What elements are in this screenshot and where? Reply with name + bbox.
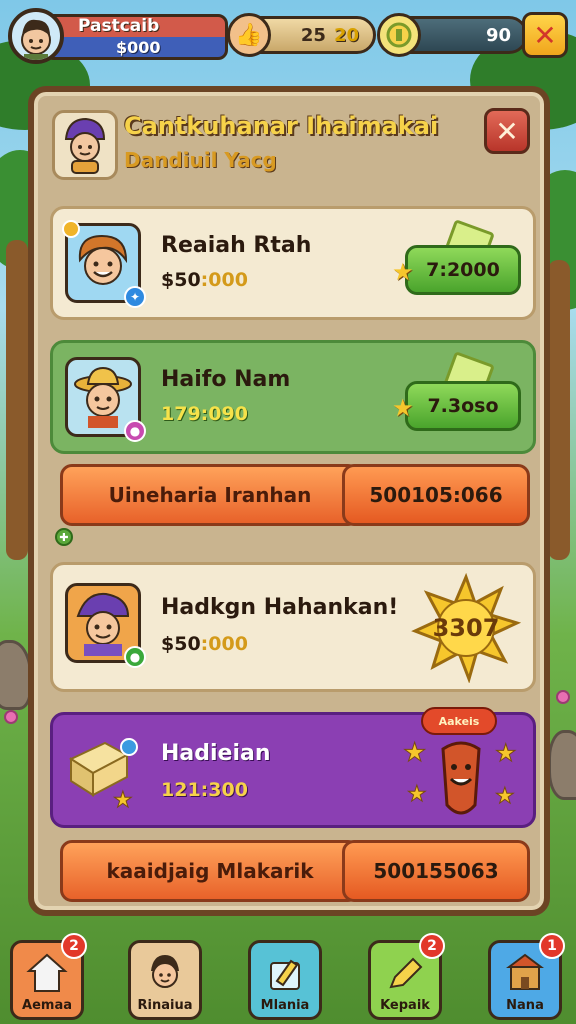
nav-item-label: Kepaik	[380, 998, 430, 1013]
card-portrait: ●	[65, 583, 146, 668]
card-name: Hadkgn Hahankan!	[161, 595, 399, 620]
card-badge-icon: ●	[124, 420, 146, 442]
thumbs-up-icon: 👍	[227, 13, 271, 57]
action-bar-value-button[interactable]: 500155063	[342, 840, 530, 902]
card-value: $50:000	[161, 633, 248, 655]
action-bar-value: 500105:066	[369, 483, 503, 507]
card-portrait: ★	[65, 729, 141, 809]
top-bar: Pastcaib $000 👍 25 20 90 ✕	[8, 6, 568, 64]
award-label: Aakeis	[421, 707, 497, 735]
svg-text:★: ★	[495, 739, 517, 767]
action-bar-label: kaaidjaig Mlakarik	[106, 859, 314, 883]
nav-item-build[interactable]: Mlania	[248, 940, 322, 1020]
coins-stat-pill[interactable]: 90	[377, 13, 528, 57]
nav-item-character[interactable]: Rinaiua	[128, 940, 202, 1020]
card-value-prefix: $50	[161, 269, 201, 291]
hero-face-icon	[78, 234, 128, 285]
action-bar-label-button[interactable]: kaaidjaig Mlakarik	[60, 840, 360, 902]
award-badge[interactable]: ★ ★ ★ ★ Aakeis	[403, 707, 519, 825]
rewards-panel: Cantkuhanar Ihaimakai Dandiuil Yacg ✕ ✦ …	[28, 86, 550, 916]
top-close-button[interactable]: ✕	[522, 12, 568, 58]
star-icon: ★	[392, 394, 414, 422]
collect-button[interactable]: ★ 7:2000	[392, 245, 521, 295]
close-icon: ✕	[533, 18, 557, 52]
card-value-accent: :000	[200, 269, 248, 291]
player-money: $000	[116, 38, 161, 57]
collect-button-label: 7:2000	[426, 259, 500, 281]
notification-badge: 2	[61, 933, 87, 959]
card-value: $50:000	[161, 269, 248, 291]
close-icon: ✕	[495, 114, 519, 148]
panel-title: Cantkuhanar Ihaimakai	[124, 112, 439, 140]
gold-bars-icon: ★	[68, 738, 138, 809]
player-profile[interactable]: Pastcaib $000	[8, 8, 228, 64]
player-face-icon	[21, 19, 51, 60]
panel-subtitle: Dandiuil Yacg	[124, 148, 277, 172]
card-value: 121:300	[161, 779, 248, 801]
pencil-icon	[389, 957, 423, 989]
nav-item-label: Mlania	[260, 998, 310, 1013]
notification-badge: 1	[539, 933, 565, 959]
card-name: Haifo Nam	[161, 367, 291, 392]
farmer-face-icon	[74, 366, 132, 428]
nav-item-label: Rinaiua	[137, 998, 193, 1013]
card-portrait: ✦	[62, 220, 146, 308]
action-bar-label-button[interactable]: Uineharia Iranhan	[60, 464, 360, 526]
card-badge-icon: ●	[124, 646, 146, 668]
sun-badge-value: 3307	[432, 614, 500, 642]
svg-text:★: ★	[113, 788, 133, 809]
card-badge-icon: ✦	[124, 286, 146, 308]
wizard-face-icon	[76, 592, 130, 656]
nav-item-label: Aemaa	[22, 998, 72, 1013]
card-value: 179:090	[161, 403, 248, 425]
bottom-navigation: 2 Aemaa Rinaiua Mlania 2 Kepaik 1 Nana	[0, 918, 576, 1024]
reward-card[interactable]: ✦ Reaiah Rtah $50:000 ★ 7:2000	[50, 206, 536, 320]
svg-text:★: ★	[495, 784, 515, 809]
reward-card[interactable]: ● Hadkgn Hahankan! $50:000 3307	[50, 562, 536, 692]
collect-button[interactable]: ★ 7.3oso	[392, 381, 521, 431]
thumbs-stat-pill[interactable]: 👍 25 20	[227, 13, 376, 57]
shop-icon	[506, 953, 544, 990]
nav-item-home[interactable]: 2 Aemaa	[10, 933, 87, 1020]
panel-header: Cantkuhanar Ihaimakai Dandiuil Yacg ✕	[52, 108, 530, 184]
coins-value: 90	[485, 24, 511, 46]
panel-close-button[interactable]: ✕	[484, 108, 530, 154]
sun-badge[interactable]: 3307	[411, 573, 521, 683]
nav-item-shop[interactable]: 1 Nana	[488, 933, 565, 1020]
player-name: Pastcaib	[78, 16, 160, 36]
svg-text:★: ★	[403, 738, 426, 768]
svg-text:★: ★	[407, 782, 427, 807]
card-value-accent: :000	[200, 633, 248, 655]
notification-badge: 2	[419, 933, 445, 959]
action-bar-value-button[interactable]: 500105:066	[342, 464, 530, 526]
coin-icon	[377, 13, 421, 57]
plus-icon: ✚	[55, 528, 73, 546]
card-name: Reaiah Rtah	[161, 233, 312, 258]
thumbs-value: 25	[300, 24, 326, 46]
character-icon	[151, 955, 179, 988]
reward-card[interactable]: ● Haifo Nam 179:090 ★ 7.3oso	[50, 340, 536, 454]
action-bar-label: Uineharia Iranhan	[108, 483, 312, 507]
card-name: Hadieian	[161, 741, 271, 766]
orange-action-bar[interactable]: Uineharia Iranhan 500105:066	[60, 464, 530, 526]
character-icon	[64, 117, 106, 174]
collect-button-label: 7.3oso	[427, 395, 499, 417]
coin-icon	[62, 220, 80, 238]
card-value-accent: 179:090	[161, 403, 248, 425]
card-value-prefix: $50	[161, 633, 201, 655]
player-avatar[interactable]	[8, 8, 64, 64]
thumbs-accent-value: 20	[333, 24, 359, 46]
nav-item-label: Nana	[506, 998, 544, 1013]
orange-action-bar[interactable]: kaaidjaig Mlakarik 500155063	[60, 840, 530, 902]
card-value-accent: 121:300	[161, 779, 248, 801]
reward-card[interactable]: ★ Hadieian 121:300 ★ ★ ★ ★ Aakeis	[50, 707, 536, 828]
star-icon: ★	[392, 258, 414, 286]
nav-item-edit[interactable]: 2 Kepaik	[368, 933, 445, 1020]
card-portrait: ●	[65, 357, 146, 442]
action-bar-value: 500155063	[373, 859, 499, 883]
build-icon	[270, 959, 300, 990]
header-avatar	[52, 110, 118, 180]
house-icon	[26, 953, 68, 992]
